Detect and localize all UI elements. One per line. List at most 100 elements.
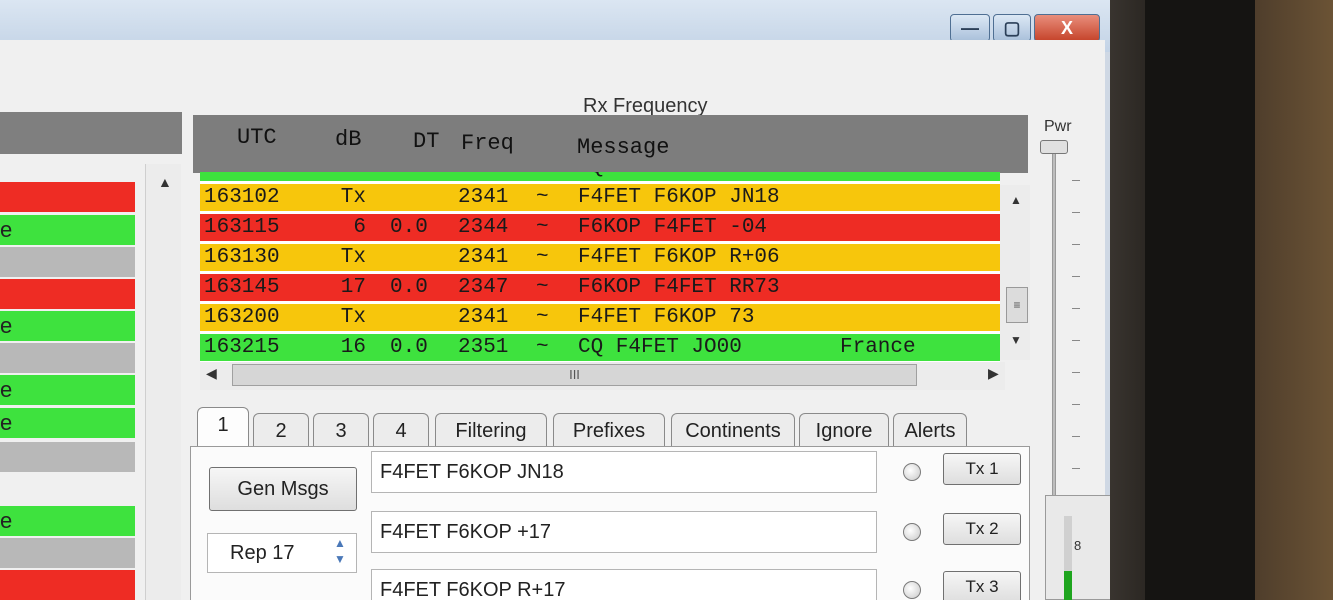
rx-message-row[interactable]: 163115 6 0.0 2344 ~ F6KOP F4FET -04 xyxy=(200,214,1000,241)
app-window: — ▢ X eeeee ▲ Rx Frequency UTC dB DT Fre… xyxy=(0,0,1110,600)
row-utc: 163102 xyxy=(204,186,280,209)
row-separator: ~ xyxy=(536,336,549,359)
spin-up-icon[interactable]: ▲ xyxy=(334,536,346,550)
tab-continents[interactable]: Continents xyxy=(671,413,795,447)
row-message: F4FET F6KOP R+06 xyxy=(578,246,780,269)
signal-meter: 8 xyxy=(1045,495,1110,600)
row-freq: 2341 xyxy=(458,172,508,181)
rx-vertical-scrollbar[interactable]: ▲ ≡ ▼ xyxy=(1000,185,1030,360)
band-activity-row[interactable]: e xyxy=(0,506,135,536)
row-utc: 163200 xyxy=(204,306,280,329)
row-utc: 163130 xyxy=(204,246,280,269)
tab-4[interactable]: 4 xyxy=(373,413,429,447)
rx-message-row[interactable]: 163130 Tx 2341 ~ F4FET F6KOP R+06 xyxy=(200,244,1000,271)
tx2-button[interactable]: Tx 2 xyxy=(943,513,1021,545)
tab-alerts[interactable]: Alerts xyxy=(893,413,967,447)
tx1-radio[interactable] xyxy=(903,463,921,481)
band-activity-row[interactable] xyxy=(0,182,135,212)
band-activity-row[interactable] xyxy=(0,570,135,600)
band-activity-row[interactable]: e xyxy=(0,408,135,438)
scroll-right-icon[interactable]: ▶ xyxy=(988,365,999,382)
row-message: F6KOP F4FET -04 xyxy=(578,216,768,239)
tx2-radio[interactable] xyxy=(903,523,921,541)
row-utc: 163145 xyxy=(204,276,280,299)
scrollbar-thumb[interactable]: ≡ xyxy=(1006,287,1028,323)
close-button[interactable]: X xyxy=(1034,14,1100,42)
row-country: France xyxy=(840,336,916,359)
band-activity-row[interactable] xyxy=(0,538,135,568)
scroll-left-icon[interactable]: ◀ xyxy=(206,365,217,382)
row-separator: ~ xyxy=(536,172,549,181)
band-activity-header xyxy=(0,112,182,154)
row-freq: 2344 xyxy=(458,216,509,239)
row-separator: ~ xyxy=(536,186,549,209)
row-db: Tx xyxy=(340,186,366,209)
slider-tick xyxy=(1072,212,1080,213)
maximize-button[interactable]: ▢ xyxy=(993,14,1031,42)
minimize-button[interactable]: — xyxy=(950,14,990,42)
slider-tick xyxy=(1072,468,1080,469)
row-utc: 163215 xyxy=(204,336,280,359)
scroll-up-icon[interactable]: ▲ xyxy=(158,174,172,190)
report-spinbox[interactable]: Rep 17 ▲ ▼ xyxy=(207,533,357,573)
tx3-button[interactable]: Tx 3 xyxy=(943,571,1021,600)
rx-message-row[interactable]: 163200 Tx 2341 ~ F4FET F6KOP 73 xyxy=(200,304,1000,331)
band-activity-scrollbar[interactable]: ▲ xyxy=(145,164,181,600)
tx3-radio[interactable] xyxy=(903,581,921,599)
tab-prefixes[interactable]: Prefixes xyxy=(553,413,665,447)
scroll-down-icon[interactable]: ▼ xyxy=(1010,333,1022,347)
row-db: Tx xyxy=(340,306,366,329)
slider-tick xyxy=(1072,436,1080,437)
rx-message-row[interactable]: 163145 17 0.0 2347 ~ F6KOP F4FET RR73 xyxy=(200,274,1000,301)
row-freq: 2347 xyxy=(458,276,509,299)
band-activity-row[interactable] xyxy=(0,474,135,504)
band-activity-row[interactable] xyxy=(0,247,135,277)
band-activity-row[interactable]: e xyxy=(0,311,135,341)
tab-2[interactable]: 2 xyxy=(253,413,309,447)
tab-ignore[interactable]: Ignore xyxy=(799,413,889,447)
band-activity-row[interactable] xyxy=(0,343,135,373)
column-utc: UTC xyxy=(237,125,277,150)
tab-1[interactable]: 1 xyxy=(197,407,249,451)
scrollbar-thumb[interactable]: III xyxy=(232,364,917,386)
row-country: France xyxy=(840,172,916,181)
spin-down-icon[interactable]: ▼ xyxy=(334,552,346,566)
row-db: 7 xyxy=(330,172,366,181)
row-utc: 163015 xyxy=(204,172,280,181)
band-activity-row[interactable]: e xyxy=(0,375,135,405)
meter-scale-value: 8 xyxy=(1074,538,1082,553)
row-db: 17 xyxy=(340,276,366,299)
gen-msgs-button[interactable]: Gen Msgs xyxy=(209,467,357,511)
tab-filtering[interactable]: Filtering xyxy=(435,413,547,447)
rx-message-list[interactable]: 163015 7 0.1 2341 ~ CQ F4LEI JO00 France 163102… xyxy=(200,172,1000,362)
row-utc: 163115 xyxy=(204,216,280,239)
tx1-button[interactable]: Tx 1 xyxy=(943,453,1021,485)
rx-message-row[interactable]: 163102 Tx 2341 ~ F4FET F6KOP JN18 xyxy=(200,184,1000,211)
slider-tick xyxy=(1072,244,1080,245)
tx2-message-field[interactable]: F4FET F6KOP +17 xyxy=(371,511,877,553)
row-dt: 0.0 xyxy=(390,336,428,359)
row-dt: 0.0 xyxy=(390,276,428,299)
row-db: 16 xyxy=(340,336,366,359)
slider-tick xyxy=(1072,276,1080,277)
power-slider-handle[interactable] xyxy=(1040,140,1068,154)
rx-horizontal-scrollbar[interactable]: ◀ III ▶ xyxy=(200,362,1005,390)
meter-level xyxy=(1064,571,1072,600)
slider-tick xyxy=(1072,308,1080,309)
row-freq: 2341 xyxy=(458,306,509,329)
band-activity-row[interactable]: e xyxy=(0,215,135,245)
rx-message-row[interactable]: 163215 16 0.0 2351 ~ CQ F4FET JO00 France xyxy=(200,334,1000,361)
slider-tick xyxy=(1072,372,1080,373)
monitor-bezel xyxy=(1105,0,1333,600)
row-separator: ~ xyxy=(536,306,549,329)
rx-message-row[interactable]: 163015 7 0.1 2341 ~ CQ F4LEI JO00 France xyxy=(200,172,1000,181)
tab-3[interactable]: 3 xyxy=(313,413,369,447)
band-activity-row[interactable] xyxy=(0,279,135,309)
tab-bar: 1 2 3 4 Filtering Prefixes Continents Ignore Ale… xyxy=(195,405,995,451)
slider-tick xyxy=(1072,180,1080,181)
tx3-message-field[interactable]: F4FET F6KOP R+17 xyxy=(371,569,877,600)
tx1-message-field[interactable]: F4FET F6KOP JN18 xyxy=(371,451,877,493)
scroll-up-icon[interactable]: ▲ xyxy=(1010,193,1022,207)
band-activity-row[interactable] xyxy=(0,442,135,472)
row-db: Tx xyxy=(340,246,366,269)
